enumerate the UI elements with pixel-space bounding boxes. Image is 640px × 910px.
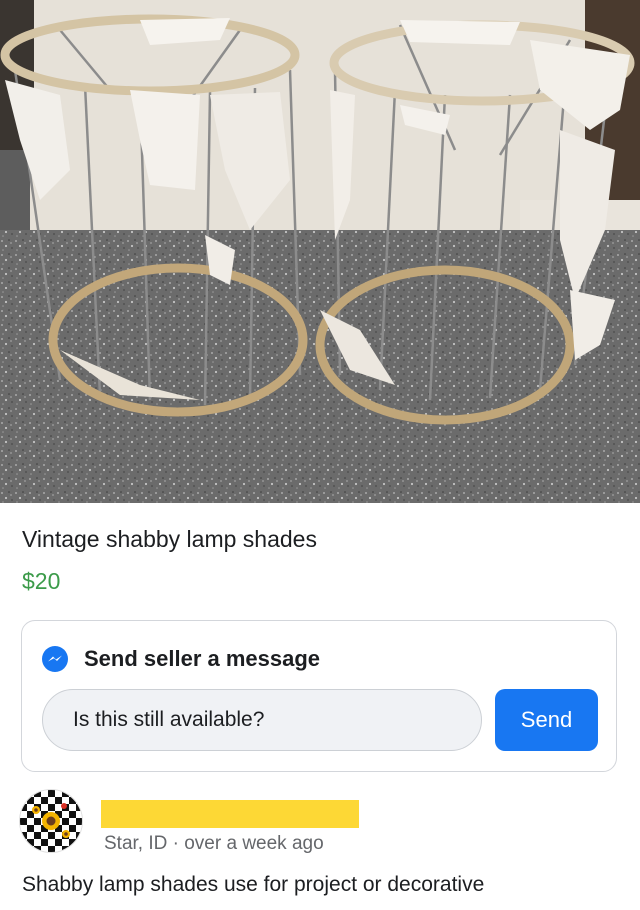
listing-price: $20: [22, 568, 61, 594]
seller-avatar[interactable]: [20, 790, 82, 852]
message-heading: Send seller a message: [84, 646, 321, 671]
listing-description: Shabby lamp shades use for project or de…: [22, 873, 485, 896]
checkered-sunflower-avatar-icon: [20, 790, 82, 852]
listing-title: Vintage shabby lamp shades: [22, 526, 317, 552]
seller-name-redacted: [101, 800, 359, 828]
listing-photo[interactable]: [0, 0, 640, 503]
messenger-icon: [42, 646, 68, 672]
send-button[interactable]: Send: [495, 689, 598, 751]
message-input[interactable]: [42, 689, 482, 751]
seller-location-time: Star, ID · over a week ago: [104, 833, 324, 854]
message-seller-card: Send seller a message Send: [21, 620, 617, 772]
